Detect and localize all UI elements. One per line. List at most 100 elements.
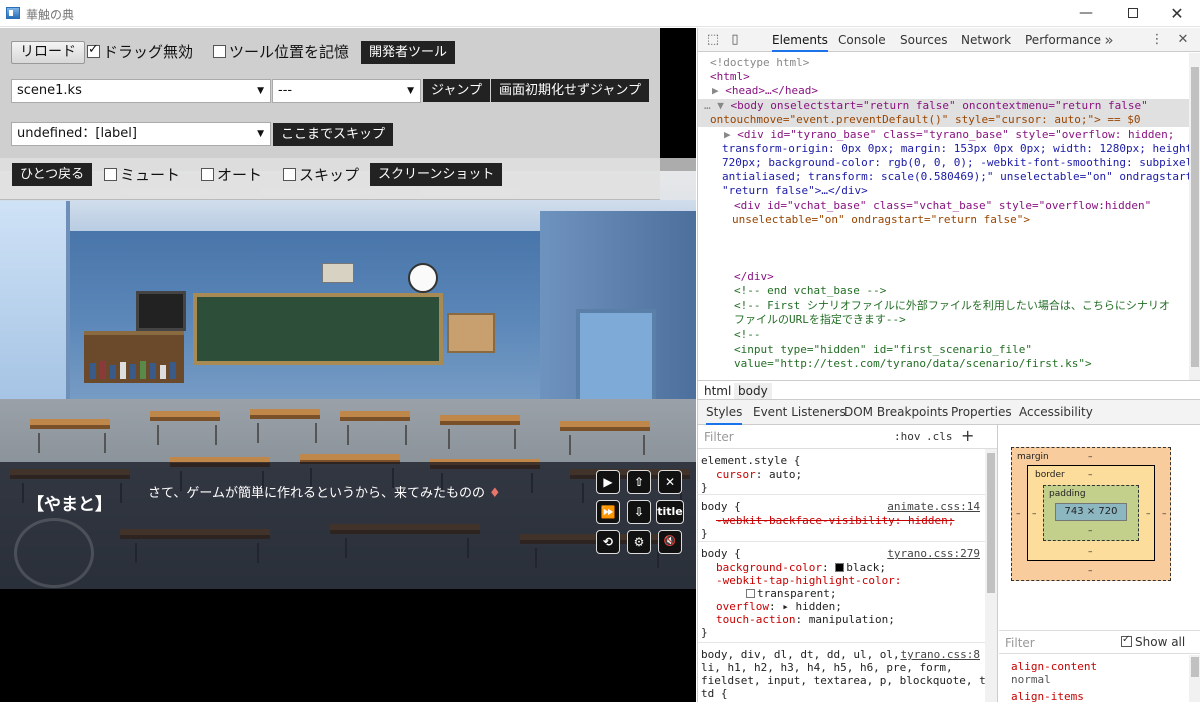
dom-line[interactable]: "return false">…</div> bbox=[722, 184, 1200, 198]
backlog-button[interactable]: ⟲ bbox=[596, 530, 620, 554]
screenshot-button[interactable]: スクリーンショット bbox=[370, 163, 503, 186]
tab-dom-breakpoints[interactable]: DOM Breakpoints bbox=[844, 400, 948, 425]
skip-target-select[interactable]: undefined：[label] ▼ bbox=[11, 122, 271, 146]
message-window[interactable]: 【やまと】 さて、ゲームが簡単に作れるというから、来てみたものの ♦ ▶ ⇧ ✕ … bbox=[0, 462, 696, 589]
dom-line[interactable]: <html> bbox=[710, 70, 1200, 84]
reload-button[interactable]: リロード bbox=[11, 41, 85, 64]
inspect-element-icon[interactable]: ⬚ bbox=[706, 33, 720, 47]
computed-property[interactable]: align-itemsnormal bbox=[1011, 690, 1084, 702]
computed-property[interactable]: align-content normal bbox=[1011, 660, 1097, 686]
save-button[interactable]: ⇧ bbox=[627, 470, 651, 494]
devtools-close-icon[interactable]: ✕ bbox=[1176, 33, 1190, 47]
dom-line[interactable]: <div id="vchat_base" class="vchat_base" … bbox=[734, 199, 1200, 213]
app-icon bbox=[6, 7, 20, 19]
dom-line[interactable]: antialiased; transform: scale(0.580469);… bbox=[722, 170, 1200, 184]
rule-declaration-value[interactable]: transparent; bbox=[746, 587, 836, 600]
styles-filter-input[interactable]: Filter bbox=[704, 430, 734, 444]
tab-network[interactable]: Network bbox=[961, 28, 1011, 52]
devtools-button[interactable]: 開発者ツール bbox=[361, 41, 456, 64]
breadcrumb-html[interactable]: html bbox=[700, 383, 735, 399]
elements-tree[interactable]: <!doctype html> <html> ▶ <head>…</head> … bbox=[698, 53, 1200, 380]
tab-accessibility[interactable]: Accessibility bbox=[1019, 400, 1093, 425]
scene-select[interactable]: scene1.ks ▼ bbox=[11, 79, 271, 103]
dom-line[interactable]: 720px; background-color: rgb(0, 0, 0); -… bbox=[722, 156, 1200, 170]
auto-checkbox[interactable]: オート bbox=[201, 164, 262, 185]
tab-styles[interactable]: Styles bbox=[706, 400, 743, 425]
style-rule[interactable]: body { animate.css:14 -webkit-backface-v… bbox=[698, 496, 997, 542]
hov-toggle[interactable]: :hov bbox=[894, 430, 921, 443]
window-close-button[interactable]: ✕ bbox=[1154, 0, 1200, 27]
box-model-content[interactable]: 743 × 720 bbox=[1055, 503, 1127, 521]
more-tabs-icon[interactable]: » bbox=[1102, 33, 1116, 48]
mute-button[interactable]: 🔇 bbox=[658, 530, 682, 554]
dom-line[interactable]: ▶ <head>…</head> bbox=[712, 84, 1200, 98]
expand-arrow-icon[interactable]: ▶ bbox=[712, 84, 725, 97]
dom-line[interactable]: ファイルのURLを指定できます--> bbox=[734, 313, 1200, 327]
collapse-arrow-icon[interactable]: ▼ bbox=[717, 99, 730, 112]
rule-declaration[interactable]: -webkit-tap-highlight-color: bbox=[716, 574, 901, 587]
rule-source-link[interactable]: animate.css:14 bbox=[887, 500, 980, 513]
show-all-checkbox[interactable]: Show all bbox=[1121, 634, 1185, 649]
skip-forward-button[interactable]: ⏩ bbox=[596, 500, 620, 524]
elements-scrollbar-thumb[interactable] bbox=[1191, 67, 1199, 367]
dom-line[interactable]: <!-- First シナリオファイルに外部ファイルを利用したい場合は、こちらに… bbox=[734, 299, 1200, 313]
devtools-menu-icon[interactable]: ⋮ bbox=[1150, 33, 1164, 47]
new-rule-button[interactable]: + bbox=[961, 426, 974, 445]
elements-scrollbar[interactable] bbox=[1189, 53, 1200, 380]
computed-scrollbar[interactable] bbox=[1189, 655, 1200, 702]
tab-performance[interactable]: Performance bbox=[1025, 28, 1101, 52]
style-rule[interactable]: body, div, dl, dt, dd, ul, ol, tyrano.cs… bbox=[698, 644, 997, 702]
tab-elements[interactable]: Elements bbox=[772, 28, 828, 52]
dom-line[interactable]: value="http://test.com/tyrano/data/scena… bbox=[734, 357, 1200, 371]
rule-declaration[interactable]: overflow: ▸ hidden; bbox=[716, 600, 842, 613]
rule-declaration[interactable]: cursor: auto; bbox=[716, 468, 802, 481]
drag-disable-checkbox[interactable]: ドラッグ無効 bbox=[87, 41, 193, 62]
tab-properties[interactable]: Properties bbox=[951, 400, 1012, 425]
rule-declaration[interactable]: background-color: black; bbox=[716, 561, 886, 574]
rule-source-link[interactable]: tyrano.css:279 bbox=[887, 547, 980, 560]
rule-declaration[interactable]: -webkit-backface-visibility: hidden; bbox=[716, 514, 954, 527]
device-toolbar-icon[interactable]: ▯ bbox=[728, 33, 742, 47]
skip-here-button[interactable]: ここまでスキップ bbox=[273, 123, 394, 146]
computed-scrollbar-thumb[interactable] bbox=[1191, 657, 1199, 677]
dom-line[interactable]: </div> bbox=[734, 270, 1200, 284]
dom-line[interactable]: <!-- bbox=[734, 328, 1200, 342]
computed-filter-input[interactable]: Filter bbox=[1005, 636, 1035, 650]
color-swatch-icon[interactable] bbox=[835, 563, 845, 572]
mute-checkbox[interactable]: ミュート bbox=[104, 164, 180, 185]
play-button[interactable]: ▶ bbox=[596, 470, 620, 494]
rule-declaration[interactable]: touch-action: manipulation; bbox=[716, 613, 895, 626]
styles-scrollbar[interactable] bbox=[985, 449, 997, 702]
dom-line[interactable]: <!-- end vchat_base --> bbox=[734, 284, 1200, 298]
load-button[interactable]: ⇩ bbox=[627, 500, 651, 524]
dom-line[interactable]: transform-origin: 0px 0px; margin: 153px… bbox=[722, 142, 1200, 156]
minimize-button[interactable]: — bbox=[1063, 0, 1109, 27]
maximize-button[interactable] bbox=[1110, 0, 1156, 27]
style-rule[interactable]: body { tyrano.css:279 background-color: … bbox=[698, 543, 997, 643]
dom-line[interactable]: <!doctype html> bbox=[710, 56, 1200, 70]
tab-sources[interactable]: Sources bbox=[900, 28, 947, 52]
dom-line[interactable]: <input type="hidden" id="first_scenario_… bbox=[734, 343, 1200, 357]
dom-line[interactable]: unselectable="on" ondragstart="return fa… bbox=[732, 213, 1200, 227]
tab-console[interactable]: Console bbox=[838, 28, 886, 52]
skip-checkbox[interactable]: スキップ bbox=[283, 164, 359, 185]
back-one-button[interactable]: ひとつ戻る bbox=[12, 163, 93, 186]
cls-toggle[interactable]: .cls bbox=[926, 430, 953, 443]
tab-event-listeners[interactable]: Event Listeners bbox=[753, 400, 846, 425]
color-swatch-icon[interactable] bbox=[746, 589, 755, 598]
remember-position-checkbox[interactable]: ツール位置を記憶 bbox=[213, 41, 349, 62]
expand-arrow-icon[interactable]: ▶ bbox=[724, 128, 737, 141]
hide-window-button[interactable]: ✕ bbox=[658, 470, 682, 494]
style-rule[interactable]: element.style { cursor: auto; } bbox=[698, 451, 997, 495]
title-button[interactable]: title bbox=[656, 500, 684, 524]
dom-line-selected[interactable]: ontouchmove="event.preventDefault()" sty… bbox=[698, 113, 1200, 127]
breadcrumb-body[interactable]: body bbox=[734, 383, 772, 399]
dom-line-selected[interactable]: … ▼ <body onselectstart="return false" o… bbox=[698, 99, 1200, 113]
dom-line[interactable]: ▶ <div id="tyrano_base" class="tyrano_ba… bbox=[724, 128, 1200, 142]
label-select[interactable]: --- ▼ bbox=[272, 79, 421, 103]
styles-scrollbar-thumb[interactable] bbox=[987, 453, 995, 593]
jump-button[interactable]: ジャンプ bbox=[423, 79, 490, 102]
rule-source-link[interactable]: tyrano.css:8 bbox=[901, 648, 980, 661]
jump-no-init-button[interactable]: 画面初期化せずジャンプ bbox=[491, 79, 649, 102]
config-button[interactable]: ⚙ bbox=[627, 530, 651, 554]
